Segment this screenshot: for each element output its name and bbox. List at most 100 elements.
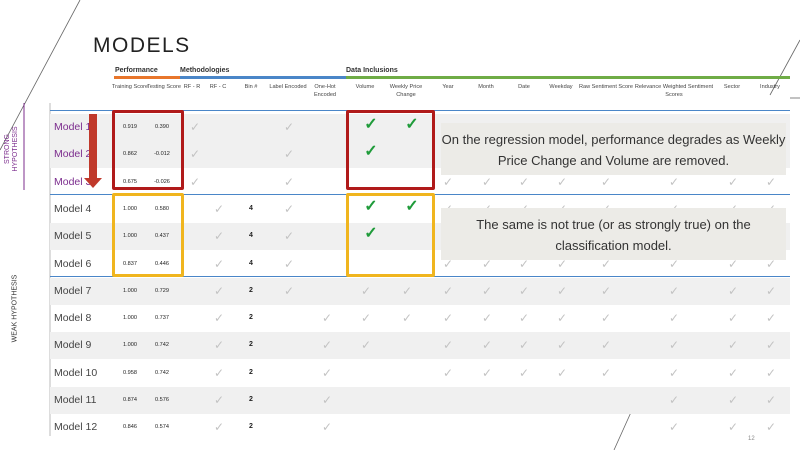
checkmark-icon: ✓ bbox=[213, 283, 225, 298]
slide-title: MODELS bbox=[93, 34, 191, 57]
col-bin: Bin # bbox=[244, 84, 258, 90]
checkmark-icon: ✓ bbox=[442, 311, 454, 326]
checkmark-icon: ✓ bbox=[765, 420, 777, 435]
checkmark-icon: ✓ bbox=[442, 365, 454, 380]
checkmark-icon: ✓ bbox=[600, 283, 612, 298]
checkmark-icon: ✓ bbox=[481, 338, 493, 353]
checkmark-icon: ✓ bbox=[213, 229, 225, 244]
checkmark-icon: ✓ bbox=[518, 174, 530, 189]
checkmark-icon: ✓ bbox=[321, 311, 333, 326]
checkmark-icon: ✓ bbox=[189, 174, 201, 189]
bin-cell: 4 bbox=[249, 232, 253, 240]
checkmark-icon: ✓ bbox=[765, 365, 777, 380]
checkmark-icon: ✓ bbox=[283, 201, 295, 216]
checkmark-icon: ✓ bbox=[765, 393, 777, 407]
testing-score-cell: 0.742 bbox=[155, 369, 169, 376]
checkmark-icon: ✓ bbox=[481, 311, 493, 326]
training-score-cell: 1.000 bbox=[123, 315, 137, 322]
checkmark-icon: ✓ bbox=[518, 338, 530, 353]
strong-inclusions-box bbox=[346, 110, 435, 190]
bin-cell: 2 bbox=[249, 314, 253, 322]
model-name: Model 12 bbox=[54, 421, 98, 434]
checkmark-icon: ✓ bbox=[481, 365, 493, 380]
weak-performance-box bbox=[112, 193, 184, 277]
checkmark-icon: ✓ bbox=[727, 311, 739, 326]
training-score-cell: 0.958 bbox=[123, 369, 137, 376]
testing-score-cell: 0.574 bbox=[155, 424, 169, 431]
checkmark-icon: ✓ bbox=[668, 338, 680, 353]
checkmark-icon: ✓ bbox=[727, 420, 739, 435]
bin-cell: 4 bbox=[249, 204, 253, 212]
checkmark-icon: ✓ bbox=[600, 338, 612, 353]
callout-classification: The same is not true (or as strongly tru… bbox=[441, 208, 786, 260]
col-year: Year bbox=[442, 84, 454, 90]
checkmark-icon: ✓ bbox=[283, 147, 295, 162]
checkmark-icon: ✓ bbox=[283, 256, 295, 271]
checkmark-icon: ✓ bbox=[600, 365, 612, 380]
col-weekday: Weekday bbox=[549, 84, 573, 90]
testing-score-cell: 0.737 bbox=[155, 315, 169, 322]
checkmark-icon: ✓ bbox=[213, 338, 225, 353]
callout-regression: On the regression model, performance deg… bbox=[441, 123, 786, 175]
checkmark-icon: ✓ bbox=[668, 174, 680, 189]
strong-arrow-head bbox=[84, 178, 102, 188]
model-name: Model 11 bbox=[54, 394, 97, 406]
model-name: Model 7 bbox=[54, 284, 92, 297]
checkmark-icon: ✓ bbox=[556, 283, 568, 298]
checkmark-icon: ✓ bbox=[765, 283, 777, 298]
checkmark-icon: ✓ bbox=[213, 201, 225, 216]
checkmark-icon: ✓ bbox=[321, 365, 333, 380]
training-score-cell: 1.000 bbox=[123, 342, 137, 349]
checkmark-icon: ✓ bbox=[668, 365, 680, 380]
weak-hypothesis-label: WEAK HYPOTHESIS bbox=[11, 274, 19, 343]
checkmark-icon: ✓ bbox=[360, 338, 372, 353]
checkmark-icon: ✓ bbox=[321, 393, 333, 407]
checkmark-icon: ✓ bbox=[518, 283, 530, 298]
checkmark-icon: ✓ bbox=[600, 311, 612, 326]
testing-score-cell: 0.576 bbox=[155, 397, 169, 403]
data-inclusions-bar bbox=[346, 76, 790, 79]
checkmark-icon: ✓ bbox=[283, 120, 295, 134]
col-onehot-encoded: One-Hot Encoded bbox=[313, 84, 337, 98]
methodologies-bar bbox=[180, 76, 346, 79]
checkmark-icon: ✓ bbox=[668, 420, 680, 435]
col-relevance-sentiment: Relevance Weighted Sentiment Scores bbox=[634, 84, 714, 98]
checkmark-icon: ✓ bbox=[727, 338, 739, 353]
checkmark-icon: ✓ bbox=[727, 393, 739, 407]
checkmark-icon: ✓ bbox=[213, 365, 225, 380]
bin-cell: 4 bbox=[249, 259, 253, 267]
slide-number: 12 bbox=[748, 436, 755, 442]
group-methodologies: Methodologies bbox=[180, 67, 230, 74]
checkmark-icon: ✓ bbox=[360, 283, 372, 298]
checkmark-icon: ✓ bbox=[668, 311, 680, 326]
checkmark-icon: ✓ bbox=[556, 174, 568, 189]
checkmark-icon: ✓ bbox=[213, 256, 225, 271]
checkmark-icon: ✓ bbox=[727, 283, 739, 298]
checkmark-icon: ✓ bbox=[765, 174, 777, 189]
checkmark-icon: ✓ bbox=[213, 393, 225, 407]
weak-inclusions-box bbox=[346, 193, 435, 277]
slide: MODELS Performance Methodologies Data In… bbox=[0, 0, 800, 450]
checkmark-icon: ✓ bbox=[283, 283, 295, 298]
checkmark-icon: ✓ bbox=[283, 174, 295, 189]
bin-cell: 2 bbox=[249, 396, 253, 403]
testing-score-cell: 0.742 bbox=[155, 342, 169, 349]
col-label-encoded: Label Encoded bbox=[269, 84, 307, 90]
checkmark-icon: ✓ bbox=[321, 338, 333, 353]
checkmark-icon: ✓ bbox=[360, 311, 372, 326]
strong-performance-box bbox=[112, 110, 184, 190]
checkmark-icon: ✓ bbox=[668, 393, 680, 407]
checkmark-icon: ✓ bbox=[189, 147, 201, 162]
checkmark-icon: ✓ bbox=[213, 420, 225, 435]
checkmark-icon: ✓ bbox=[556, 338, 568, 353]
col-month: Month bbox=[478, 84, 494, 90]
checkmark-icon: ✓ bbox=[401, 283, 413, 298]
bin-cell: 2 bbox=[249, 286, 253, 294]
checkmark-icon: ✓ bbox=[401, 311, 413, 326]
checkmark-icon: ✓ bbox=[481, 283, 493, 298]
group-performance: Performance bbox=[115, 67, 158, 74]
checkmark-icon: ✓ bbox=[442, 283, 454, 298]
checkmark-icon: ✓ bbox=[668, 283, 680, 298]
testing-score-cell: 0.729 bbox=[155, 287, 169, 294]
strong-arrow-shaft bbox=[89, 114, 97, 180]
